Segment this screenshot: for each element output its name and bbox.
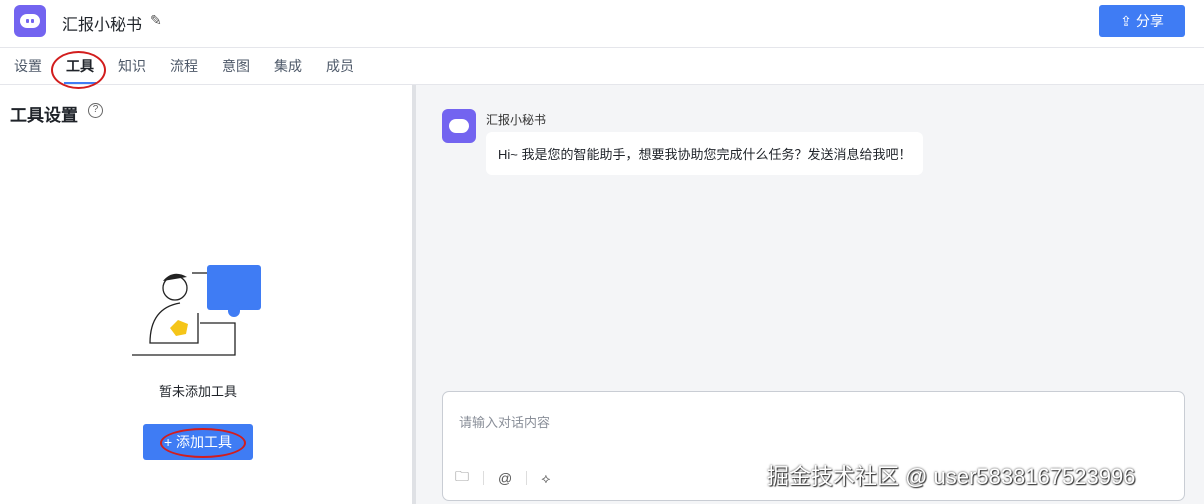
greeting-message: Hi~ 我是您的智能助手，想要我协助您完成什么任务？发送消息给我吧！ (486, 132, 924, 175)
mention-icon[interactable]: @ (498, 470, 512, 486)
bot-avatar-icon (442, 109, 476, 143)
input-placeholder: 请输入对话内容 (459, 415, 551, 430)
annotation-circle (51, 51, 106, 89)
edit-icon[interactable]: ✎ (150, 12, 162, 29)
help-icon[interactable]: ? (88, 103, 103, 118)
panel-heading: 工具设置 (10, 106, 78, 125)
tab-bar: 设置 工具 知识 流程 意图 集成 成员 (0, 48, 1204, 85)
header: 汇报小秘书 ✎ ⇪ 分享 (0, 0, 1204, 48)
tab-integration[interactable]: 集成 (274, 48, 302, 84)
tool-settings-panel: 工具设置 ? 暂未添加工具 + 添加工具 (0, 85, 412, 504)
empty-illustration-icon (132, 265, 261, 356)
divider (483, 471, 484, 485)
watermark: 掘金技术社区 @ user5838167523996 (767, 464, 1136, 489)
share-label: 分享 (1135, 13, 1164, 29)
bot-name: 汇报小秘书 (486, 113, 547, 127)
share-button[interactable]: ⇪ 分享 (1099, 5, 1185, 37)
tab-members[interactable]: 成员 (326, 48, 354, 84)
tab-intent[interactable]: 意图 (222, 48, 250, 84)
clear-icon[interactable]: ⟡ (541, 470, 550, 487)
tab-workflow[interactable]: 流程 (170, 48, 198, 84)
annotation-circle (160, 428, 246, 458)
chat-preview: 汇报小秘书 Hi~ 我是您的智能助手，想要我协助您完成什么任务？发送消息给我吧！… (416, 85, 1204, 504)
share-icon: ⇪ (1120, 12, 1132, 29)
bot-logo-icon (14, 5, 46, 37)
tab-knowledge[interactable]: 知识 (118, 48, 146, 84)
bot-title: 汇报小秘书 (62, 17, 143, 34)
tab-settings[interactable]: 设置 (14, 48, 42, 84)
empty-state-text: 暂未添加工具 (158, 384, 237, 399)
divider (526, 471, 528, 485)
folder-icon[interactable]: 🗀 (455, 466, 469, 490)
